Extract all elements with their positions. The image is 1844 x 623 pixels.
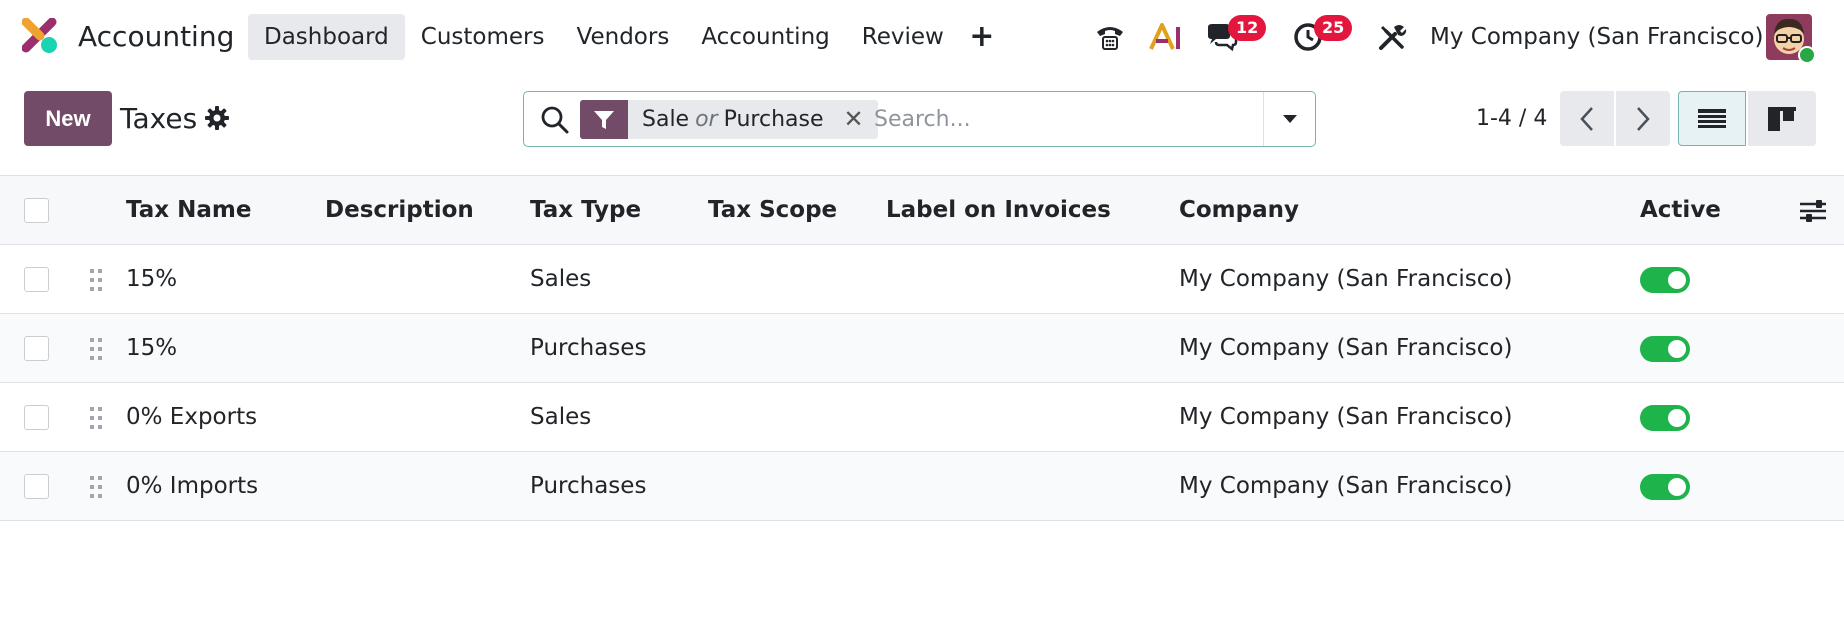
gear-icon[interactable] xyxy=(204,105,230,131)
toggle-knob xyxy=(1668,478,1686,496)
table-header: Tax Name Description Tax Type Tax Scope … xyxy=(0,175,1844,245)
active-toggle[interactable] xyxy=(1640,336,1690,362)
toggle-knob xyxy=(1668,340,1686,358)
cell-company: My Company (San Francisco) xyxy=(1179,473,1513,499)
chevron-right-icon xyxy=(1637,106,1650,131)
activities-count-badge: 25 xyxy=(1314,15,1353,41)
row-checkbox[interactable] xyxy=(24,336,49,361)
select-all-checkbox[interactable] xyxy=(24,198,49,223)
column-tax-type[interactable]: Tax Type xyxy=(530,176,641,244)
column-label-on-invoices[interactable]: Label on Invoices xyxy=(886,176,1111,244)
page-title: Taxes xyxy=(120,102,198,135)
column-settings-icon[interactable] xyxy=(1798,196,1828,226)
facet-values: Sale or Purchase xyxy=(628,100,836,139)
cell-company: My Company (San Francisco) xyxy=(1179,404,1513,430)
facet-value-sale: Sale xyxy=(642,107,690,132)
active-toggle[interactable] xyxy=(1640,474,1690,500)
close-icon[interactable]: ✕ xyxy=(836,100,878,139)
cell-tax-type: Purchases xyxy=(530,335,647,361)
filter-icon xyxy=(580,100,628,139)
drag-handle-icon[interactable] xyxy=(88,267,104,293)
cell-company: My Company (San Francisco) xyxy=(1179,266,1513,292)
table-row[interactable]: 0% Exports Sales My Company (San Francis… xyxy=(0,383,1844,452)
pager-value[interactable]: 1-4 / 4 xyxy=(1476,104,1547,134)
ai-icon[interactable] xyxy=(1144,14,1188,60)
cell-tax-name: 0% Exports xyxy=(126,404,258,430)
search-input[interactable] xyxy=(874,100,1254,139)
row-checkbox[interactable] xyxy=(24,405,49,430)
column-active[interactable]: Active xyxy=(1640,176,1721,244)
table-row[interactable]: 15% Purchases My Company (San Francisco) xyxy=(0,314,1844,383)
drag-handle-icon[interactable] xyxy=(88,405,104,431)
column-company[interactable]: Company xyxy=(1179,176,1299,244)
top-navbar: Accounting Dashboard Customers Vendors A… xyxy=(0,0,1844,74)
table-row[interactable]: 0% Imports Purchases My Company (San Fra… xyxy=(0,452,1844,521)
drag-handle-icon[interactable] xyxy=(88,336,104,362)
phone-icon[interactable] xyxy=(1088,14,1132,60)
messages-count-badge: 12 xyxy=(1228,15,1267,41)
search-icon[interactable] xyxy=(540,105,570,135)
list-view-icon xyxy=(1698,108,1726,128)
online-status-icon xyxy=(1798,46,1816,64)
column-tax-name[interactable]: Tax Name xyxy=(126,176,251,244)
cell-tax-type: Purchases xyxy=(530,473,647,499)
kanban-view-button[interactable] xyxy=(1748,91,1816,146)
tools-icon[interactable] xyxy=(1370,14,1414,60)
taxes-list-table: Tax Name Description Tax Type Tax Scope … xyxy=(0,175,1844,521)
cell-tax-name: 15% xyxy=(126,266,178,292)
cell-tax-type: Sales xyxy=(530,266,592,292)
drag-handle-icon[interactable] xyxy=(88,474,104,500)
search-options-toggle[interactable] xyxy=(1263,92,1315,146)
active-toggle[interactable] xyxy=(1640,267,1690,293)
new-button[interactable]: New xyxy=(24,91,112,146)
table-row[interactable]: 15% Sales My Company (San Francisco) xyxy=(0,245,1844,314)
column-tax-scope[interactable]: Tax Scope xyxy=(708,176,837,244)
cell-company: My Company (San Francisco) xyxy=(1179,335,1513,361)
search-bar: Sale or Purchase ✕ xyxy=(523,91,1316,147)
user-avatar[interactable] xyxy=(1766,14,1816,64)
active-toggle[interactable] xyxy=(1640,405,1690,431)
list-view-button[interactable] xyxy=(1678,91,1746,146)
search-facet: Sale or Purchase ✕ xyxy=(580,100,878,139)
facet-separator: or xyxy=(695,107,718,132)
toggle-knob xyxy=(1668,409,1686,427)
row-checkbox[interactable] xyxy=(24,474,49,499)
pager-next-button[interactable] xyxy=(1616,91,1670,146)
facet-value-purchase: Purchase xyxy=(723,107,824,132)
cell-tax-name: 15% xyxy=(126,335,178,361)
toggle-knob xyxy=(1668,271,1686,289)
row-checkbox[interactable] xyxy=(24,267,49,292)
chevron-left-icon xyxy=(1580,106,1593,131)
company-switcher[interactable]: My Company (San Francisco) xyxy=(1430,14,1763,60)
cell-tax-name: 0% Imports xyxy=(126,473,259,499)
caret-down-icon xyxy=(1282,115,1297,123)
pager-previous-button[interactable] xyxy=(1560,91,1614,146)
kanban-view-icon xyxy=(1768,106,1796,131)
cell-tax-type: Sales xyxy=(530,404,592,430)
column-description[interactable]: Description xyxy=(325,176,474,244)
